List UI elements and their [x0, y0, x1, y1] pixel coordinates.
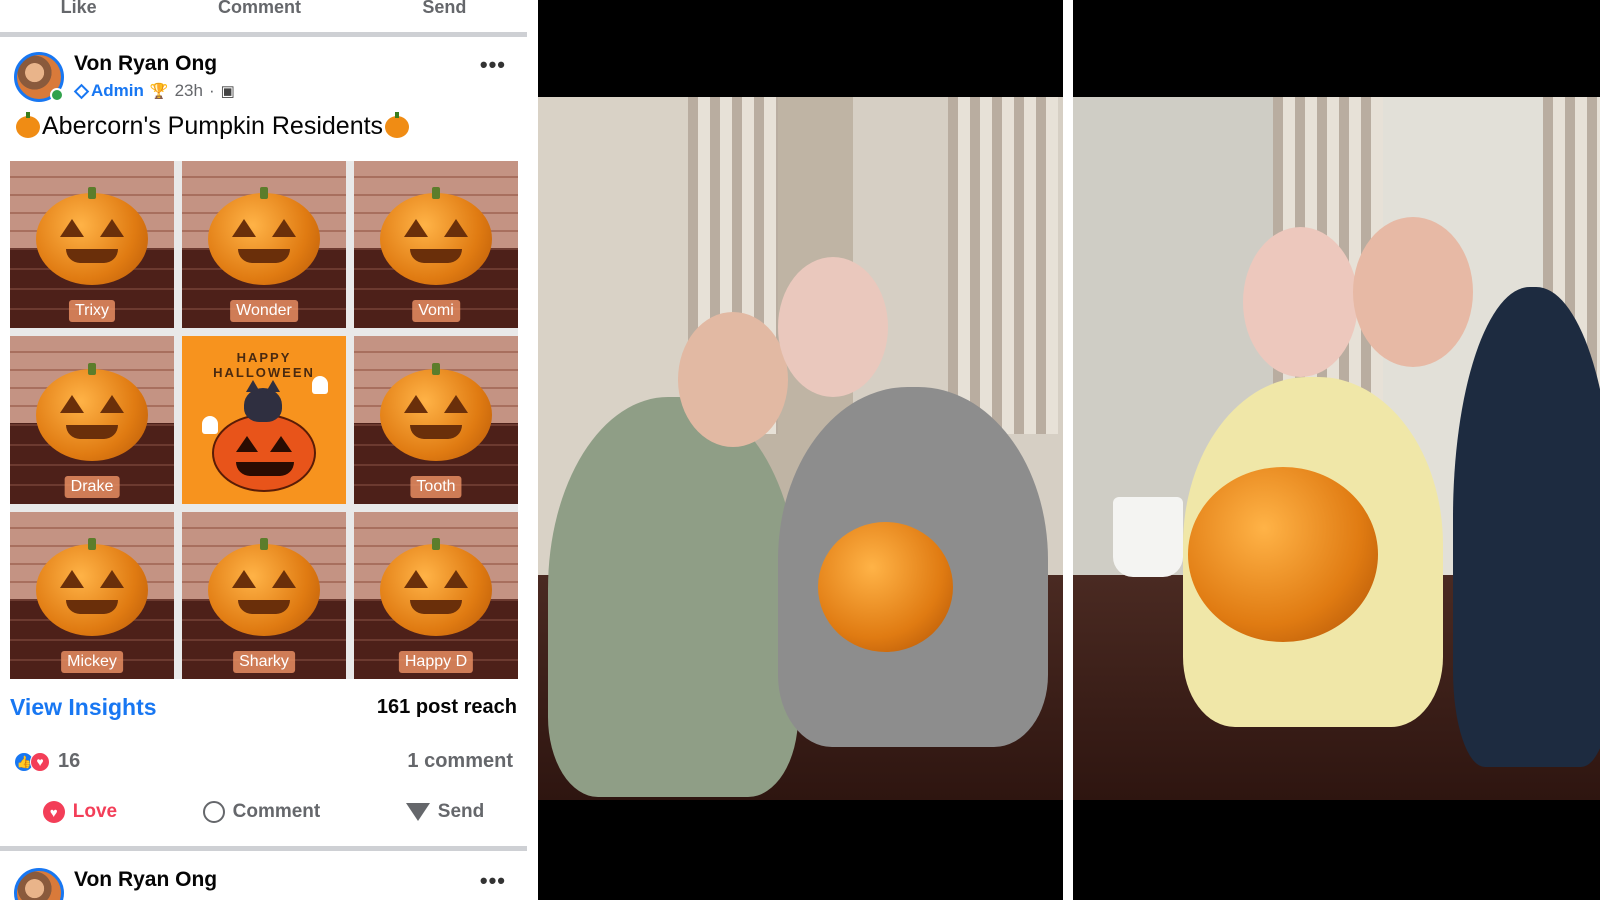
person-head [678, 312, 788, 447]
post-header: Von Ryan Ong Admin 🏆 23h · ▣ ••• [14, 50, 524, 105]
photo-tile[interactable]: Trixy [10, 161, 174, 329]
halloween-card-tile[interactable]: HAPPY HALLOWEEN [182, 336, 346, 504]
love-reaction-icon: ♥ [30, 751, 50, 772]
more-options-icon[interactable]: ••• [480, 868, 506, 894]
photo-tile[interactable]: Vomi [354, 161, 518, 329]
pumpkin-label: Happy D [398, 650, 474, 673]
next-post-header: Von Ryan Ong ••• [14, 866, 524, 900]
post-actions: ♥ Love Comment Send [0, 792, 527, 832]
pumpkin-label: Drake [64, 475, 120, 498]
caption-text: Abercorn's Pumpkin Residents [42, 112, 384, 140]
person-head [1243, 227, 1358, 377]
post-time[interactable]: 23h [175, 81, 203, 101]
pumpkin-photo [380, 187, 492, 286]
photo-grid: Trixy Wonder Vomi Drake HAPPY HALLOWEEN [10, 161, 518, 679]
admin-badge: Admin [73, 81, 144, 101]
pumpkin-photo [36, 187, 148, 286]
like-button[interactable]: Like [61, 0, 97, 18]
more-options-icon[interactable]: ••• [480, 52, 506, 78]
pumpkin-label: Sharky [233, 650, 295, 673]
panel-divider [1063, 0, 1073, 900]
reaction-summary[interactable]: 👍 ♥ 16 [14, 750, 80, 773]
photo-tile[interactable]: Sharky [182, 511, 346, 679]
residents-photo[interactable] [1073, 97, 1600, 800]
previous-post-actions: Like Comment Send [0, 0, 527, 22]
halloween-pumpkin-illustration [212, 414, 316, 493]
view-insights-link[interactable]: View Insights [10, 694, 157, 721]
ghost-icon [312, 376, 328, 395]
pumpkin-label: Trixy [68, 300, 116, 323]
reaction-count: 16 [58, 750, 81, 772]
post-meta: Admin 🏆 23h · ▣ [73, 81, 235, 101]
photo-tile[interactable]: Drake [10, 336, 174, 504]
comment-button[interactable]: Comment [218, 0, 301, 18]
comment-label: Comment [232, 801, 321, 822]
group-audience-icon: ▣ [220, 83, 235, 100]
post-author[interactable]: Von Ryan Ong [74, 52, 217, 76]
pumpkin-photo [208, 187, 320, 286]
dot-separator: · [208, 81, 215, 100]
person-figure [1453, 287, 1600, 767]
avatar[interactable] [14, 868, 64, 900]
heart-icon: ♥ [42, 801, 65, 823]
photo-tile[interactable]: Wonder [182, 161, 346, 329]
pumpkin-label: Tooth [410, 475, 462, 498]
facebook-feed: Like Comment Send Von Ryan Ong Admin 🏆 2… [0, 0, 537, 900]
residents-photo[interactable] [538, 97, 1063, 800]
online-status-icon [50, 88, 64, 102]
pumpkin-photo [380, 362, 492, 461]
post-reach: 161 post reach [376, 696, 517, 718]
send-button[interactable]: Send [422, 0, 466, 18]
ghost-icon [202, 416, 218, 435]
comment-count[interactable]: 1 comment [407, 750, 513, 773]
black-cat-illustration [244, 380, 282, 423]
person-head [778, 257, 888, 397]
post-separator [0, 846, 527, 851]
photo-tile[interactable]: Tooth [354, 336, 518, 504]
send-button[interactable]: Send [405, 801, 485, 823]
pumpkin-photo [208, 537, 320, 636]
pumpkin-photo [380, 537, 492, 636]
mug [1113, 497, 1183, 577]
love-label: Love [72, 801, 118, 822]
photo-panel-left [538, 0, 1063, 900]
pumpkin-photo [36, 537, 148, 636]
person-figure [548, 397, 798, 797]
comment-button[interactable]: Comment [202, 801, 321, 823]
pumpkin-emoji-icon [385, 111, 410, 138]
photo-tile[interactable]: Mickey [10, 511, 174, 679]
pumpkin-photo [818, 522, 953, 652]
pumpkin-emoji-icon [16, 111, 40, 138]
admin-label: Admin [91, 81, 144, 100]
send-label: Send [437, 801, 485, 822]
pumpkin-label: Vomi [412, 300, 460, 323]
photo-panel-right [1073, 0, 1600, 900]
admin-diamond-icon [73, 83, 90, 99]
pumpkin-photo [36, 362, 148, 461]
comment-bubble-icon [202, 801, 225, 823]
photo-tile[interactable]: Happy D [354, 511, 518, 679]
pumpkin-photo [1188, 467, 1378, 642]
trophy-icon[interactable]: 🏆 [150, 82, 169, 100]
post-separator [0, 32, 527, 37]
post-caption: Abercorn's Pumpkin Residents [16, 111, 410, 141]
love-button[interactable]: ♥ Love [42, 801, 118, 823]
pumpkin-label: Mickey [61, 650, 123, 673]
post-author[interactable]: Von Ryan Ong [74, 868, 217, 892]
send-icon [405, 803, 430, 821]
pumpkin-label: Wonder [230, 300, 298, 323]
person-head [1353, 217, 1473, 367]
